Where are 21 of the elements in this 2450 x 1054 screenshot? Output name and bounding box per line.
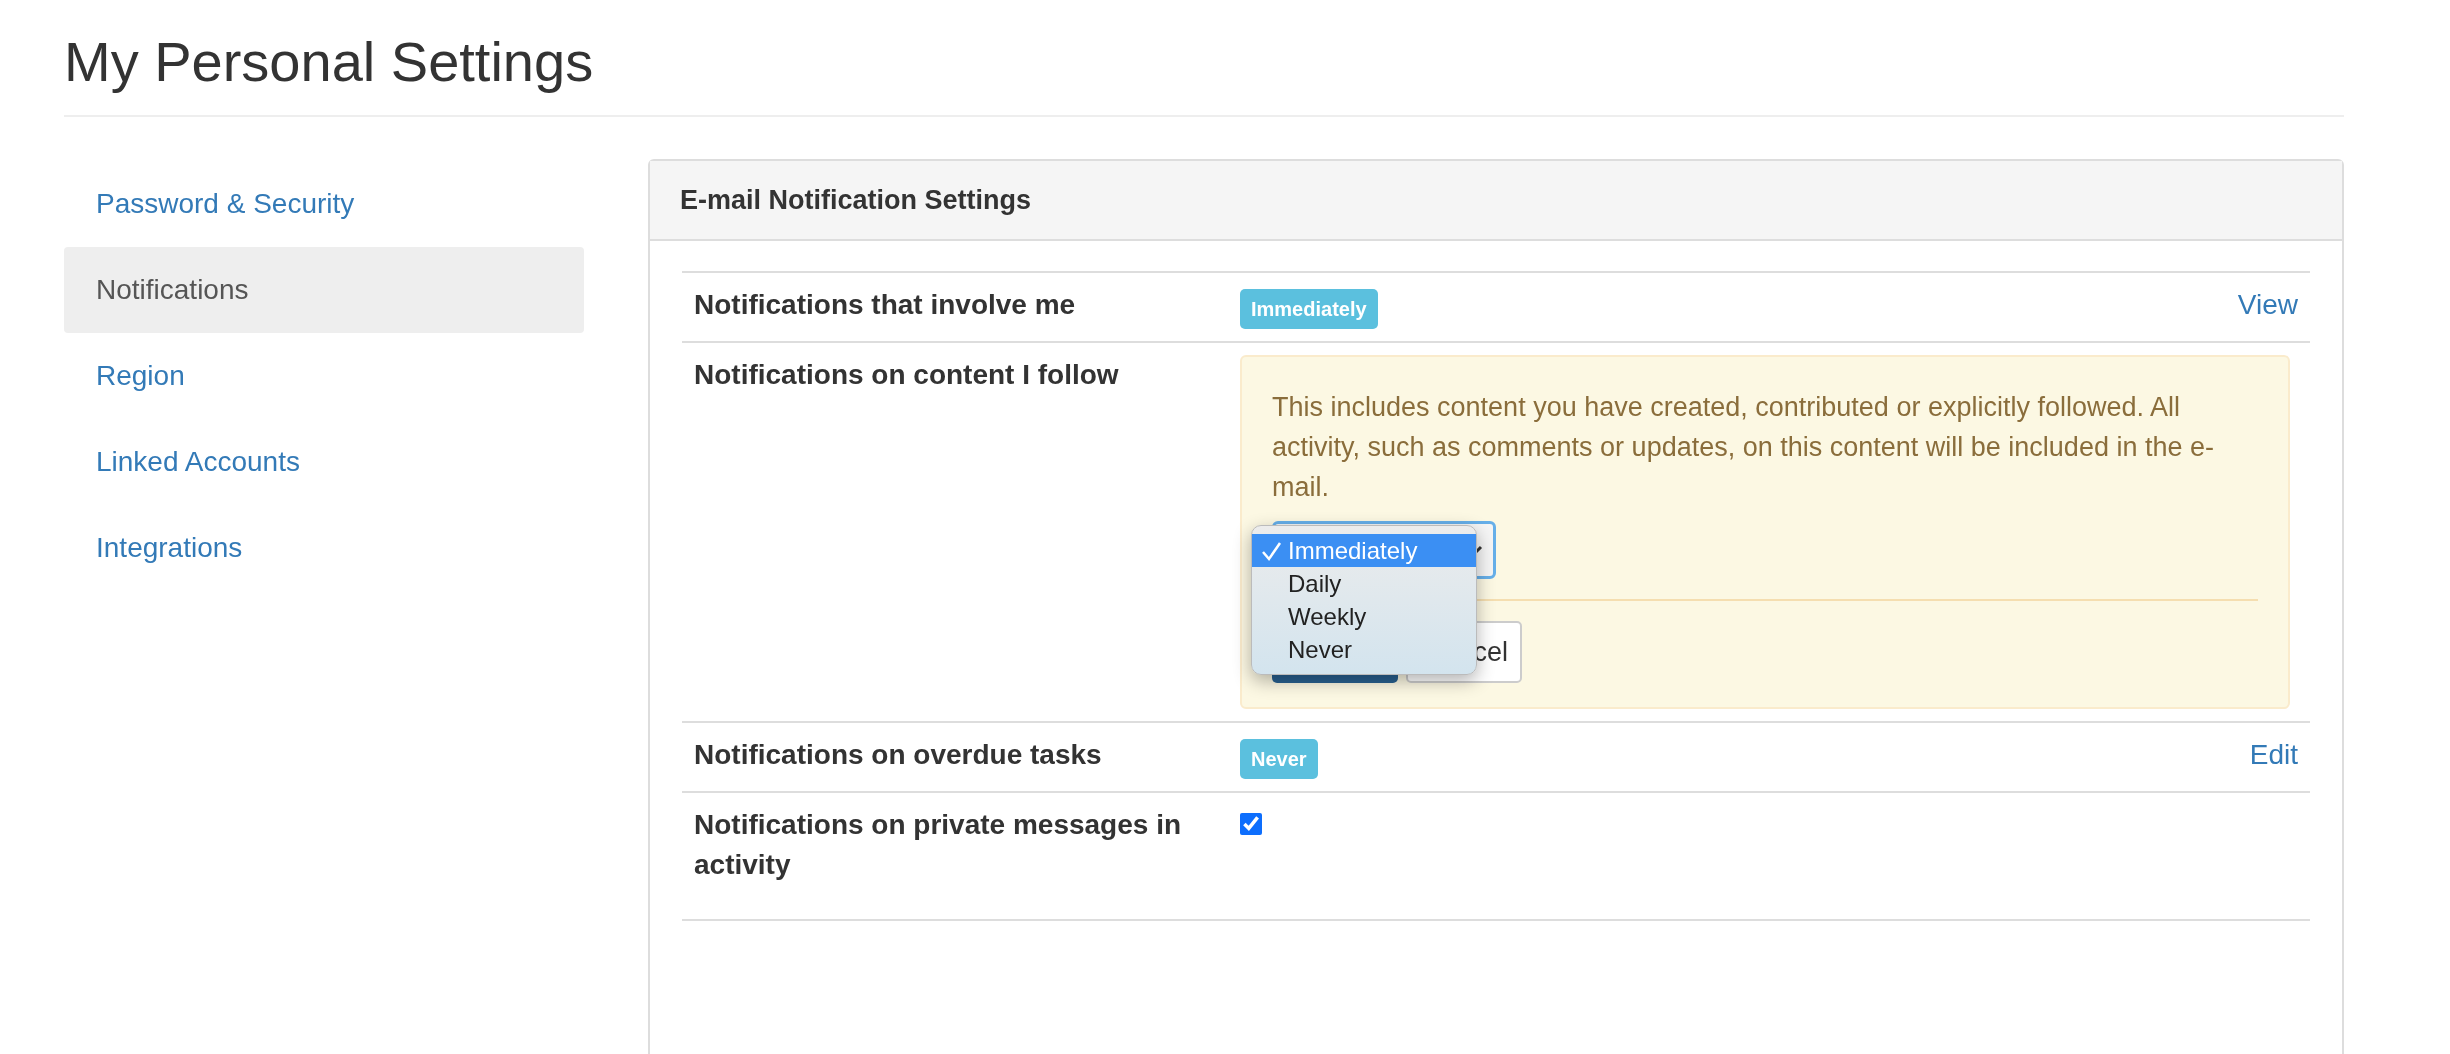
sidebar-item[interactable]: Integrations <box>64 505 584 592</box>
sidebar-item[interactable]: Password & Security <box>64 161 584 248</box>
sidebar-item[interactable]: Region <box>64 333 584 420</box>
dropdown-option[interactable]: Daily <box>1252 567 1476 601</box>
dropdown-option[interactable]: Immediately <box>1252 534 1476 568</box>
dropdown-option[interactable]: Weekly <box>1252 600 1476 634</box>
frequency-badge: Immediately <box>1240 289 1378 330</box>
frequency-badge: Never <box>1240 739 1318 780</box>
checkbox[interactable] <box>1240 813 1262 836</box>
page-title: My Personal Settings <box>64 28 2344 118</box>
sidebar-item[interactable]: Notifications <box>64 247 584 334</box>
setting-label: Notifications on overdue tasks <box>694 738 1103 773</box>
action-link[interactable]: Edit <box>2249 735 2298 776</box>
action-link[interactable]: View <box>2237 285 2298 326</box>
setting-label: Notifications on content I follow <box>694 358 1120 393</box>
dropdown-option[interactable]: Never <box>1252 633 1476 667</box>
setting-label: Notifications that involve me <box>694 288 1077 323</box>
sidebar-item[interactable]: Linked Accounts <box>64 419 584 506</box>
panel-title: E-mail Notification Settings <box>650 161 2342 242</box>
setting-label: Notifications on private messages in activity <box>694 808 1183 883</box>
alert-text: This includes content you have created, contributed or explicitly followed. All activity, such as comments or updates, on this content will be included in the e-mail. <box>1272 391 2215 505</box>
